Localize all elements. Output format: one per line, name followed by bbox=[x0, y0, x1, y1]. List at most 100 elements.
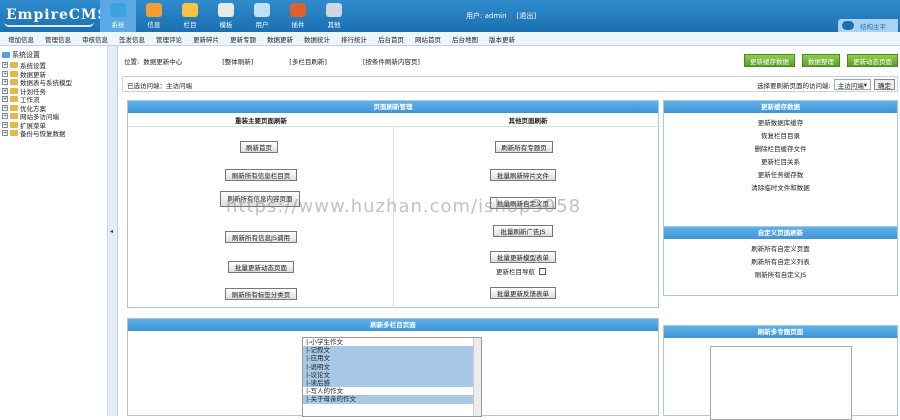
topnav-tab-2[interactable]: 栏目 bbox=[172, 0, 208, 32]
folder-icon bbox=[10, 130, 18, 137]
sidebar-item-0[interactable]: + 系统设置 bbox=[2, 61, 107, 70]
main-refresh-heading: 重装主要页面刷新 bbox=[235, 117, 287, 125]
batch-refresh-ads-js-button[interactable]: 批量刷新广告JS bbox=[493, 225, 553, 237]
sidebar-item-6[interactable]: + 网站多访问端 bbox=[2, 112, 107, 121]
topnav-label: 其他 bbox=[327, 21, 341, 29]
cache-action-link-0[interactable]: 更新数据库缓存 bbox=[664, 117, 897, 130]
custom-page-title: 自定义页面刷新 bbox=[664, 227, 897, 239]
column-option[interactable]: |-读后感 bbox=[303, 378, 481, 388]
location-label: 位置: bbox=[124, 58, 140, 66]
column-option[interactable]: |-关于母亲的作文 bbox=[303, 395, 481, 404]
refresh-homepage-button[interactable]: 刷新首页 bbox=[240, 141, 278, 153]
subnav-item-0[interactable]: 增加信息 bbox=[8, 34, 34, 44]
topnav-tab-6[interactable]: 其他 bbox=[316, 0, 352, 32]
subnav-item-1[interactable]: 管理信息 bbox=[45, 34, 71, 44]
topnav-tab-5[interactable]: 插件 bbox=[280, 0, 316, 32]
batch-update-model-forms-button[interactable]: 批量更新模型表单 bbox=[490, 251, 556, 263]
column-option[interactable]: |-议论文 bbox=[303, 370, 481, 379]
update-column-nav-checkbox[interactable] bbox=[539, 267, 546, 275]
multi-column-title: 刷新多栏目页面 bbox=[128, 319, 658, 331]
collapse-arrow-icon[interactable]: ◂ bbox=[110, 228, 113, 235]
refresh-all-column-pages-button[interactable]: 刷新所有信息栏目页 bbox=[225, 169, 297, 181]
subnav-item-11[interactable]: 网站首页 bbox=[415, 34, 441, 44]
sidebar-item-4[interactable]: + 工作流 bbox=[2, 95, 107, 104]
cache-action-link-3[interactable]: 更新栏目关系 bbox=[664, 156, 897, 169]
refresh-all-tag-pages-button[interactable]: 刷新所有标签分类页 bbox=[225, 288, 297, 300]
subnav-item-13[interactable]: 版本更新 bbox=[489, 34, 515, 44]
location-path[interactable]: 数据更新中心 bbox=[143, 56, 182, 66]
fold-panel-button[interactable]: 结构主平 bbox=[838, 19, 898, 32]
update-cache-button[interactable]: 更新缓存数据 bbox=[744, 54, 795, 67]
custom-refresh-link-0[interactable]: 刷新所有自定义页面 bbox=[664, 243, 897, 256]
cache-action-link-2[interactable]: 删除栏目缓存文件 bbox=[664, 143, 897, 156]
custom-refresh-link-2[interactable]: 刷新所有自定义JS bbox=[664, 269, 897, 282]
sidebar: 系统设置 + 系统设置 + 数据更新 + 数据表与系统模型 + 计划任务 + 工作流 + 优化方案 + 网… bbox=[0, 46, 108, 416]
sidebar-splitter[interactable]: ◂ bbox=[108, 46, 118, 416]
subnav-item-6[interactable]: 更新专题 bbox=[230, 34, 256, 44]
expand-plus-icon[interactable]: + bbox=[2, 62, 8, 69]
conditional-refresh-link[interactable]: [按条件刷新内容页] bbox=[363, 56, 420, 66]
column-option[interactable]: |-说明文 bbox=[303, 362, 481, 371]
expand-plus-icon[interactable]: + bbox=[2, 70, 8, 77]
gear-icon bbox=[326, 3, 342, 17]
expand-plus-icon[interactable]: + bbox=[2, 104, 8, 111]
topnav-label: 插件 bbox=[291, 21, 305, 29]
batch-update-feedback-forms-button[interactable]: 批量更新反馈表单 bbox=[490, 287, 556, 299]
topnav-tab-4[interactable]: 用户 bbox=[244, 0, 280, 32]
user-info: 用户: admin [退出] bbox=[466, 11, 536, 21]
subnav-item-5[interactable]: 更新碎片 bbox=[193, 34, 219, 44]
cache-action-link-1[interactable]: 恢复栏目目录 bbox=[664, 130, 897, 143]
sidebar-root[interactable]: 系统设置 bbox=[2, 50, 107, 60]
topnav-tab-3[interactable]: 模板 bbox=[208, 0, 244, 32]
user-prefix: 用户: bbox=[466, 12, 483, 20]
visit-selector-bar: 已选访问端：主访问端 选择要刷新页面的访问端: 主访问端 ▾ 确定 bbox=[122, 76, 898, 92]
batch-update-dynamic-button[interactable]: 批量更新动态页面 bbox=[228, 261, 294, 273]
folder-icon bbox=[182, 3, 198, 17]
folder-icon bbox=[10, 121, 18, 128]
expand-plus-icon[interactable]: + bbox=[2, 87, 8, 94]
refresh-all-link[interactable]: [整体刷新] bbox=[222, 56, 253, 66]
expand-plus-icon[interactable]: + bbox=[2, 121, 8, 128]
column-multiselect[interactable]: |-小学生作文 |-记叙文 |-应用文 |-说明文 |-议论文 |-读后感 |-写人的作文 |… bbox=[302, 337, 482, 417]
sidebar-item-8[interactable]: + 备份与恢复数据 bbox=[2, 129, 107, 138]
cache-update-title: 更新缓存数据 bbox=[664, 101, 897, 113]
listbox-scrollbar[interactable] bbox=[473, 338, 481, 416]
folder-icon bbox=[10, 62, 18, 69]
subnav-item-12[interactable]: 后台地图 bbox=[452, 34, 478, 44]
topnav-tab-0[interactable]: 系统 bbox=[100, 0, 136, 32]
sidebar-item-2[interactable]: + 数据表与系统模型 bbox=[2, 78, 107, 87]
confirm-button[interactable]: 确定 bbox=[874, 79, 895, 90]
batch-refresh-fragments-button[interactable]: 批量刷新碎片文件 bbox=[490, 169, 556, 181]
column-option[interactable]: |-小学生作文 bbox=[303, 338, 481, 346]
watermark-text: https://www.huzhan.com/ishop3058 bbox=[226, 196, 582, 217]
expand-plus-icon[interactable]: + bbox=[2, 113, 8, 120]
cache-action-link-4[interactable]: 更新任务缓存数 bbox=[664, 169, 897, 182]
multi-column-refresh-link[interactable]: [多栏目刷新] bbox=[289, 56, 327, 66]
custom-page-refresh-panel: 自定义页面刷新 刷新所有自定义页面 刷新所有自定义列表 刷新所有自定义JS bbox=[663, 226, 898, 296]
subnav-item-3[interactable]: 签发信息 bbox=[119, 34, 145, 44]
sub-nav: 增加信息 管理信息 审核信息 签发信息 管理评论 更新碎片 更新专题 数据更新 数据统计 排行统计… bbox=[0, 32, 900, 46]
sidebar-item-3[interactable]: + 计划任务 bbox=[2, 87, 107, 96]
subnav-item-4[interactable]: 管理评论 bbox=[156, 34, 182, 44]
expand-plus-icon[interactable]: + bbox=[2, 96, 8, 103]
refresh-all-js-button[interactable]: 刷新所有信息JS调用 bbox=[225, 231, 297, 243]
topnav-tab-1[interactable]: 信息 bbox=[136, 0, 172, 32]
topnav-label: 信息 bbox=[147, 21, 161, 29]
subnav-item-7[interactable]: 数据更新 bbox=[267, 34, 293, 44]
subnav-item-9[interactable]: 排行统计 bbox=[341, 34, 367, 44]
topic-textarea[interactable] bbox=[710, 346, 852, 420]
expand-plus-icon[interactable]: + bbox=[2, 79, 8, 86]
expand-plus-icon[interactable]: + bbox=[2, 130, 8, 137]
cache-action-link-5[interactable]: 清除临时文件和数据 bbox=[664, 182, 897, 195]
visit-endpoint-select[interactable]: 主访问端 ▾ bbox=[833, 79, 871, 90]
column-option[interactable]: |-应用文 bbox=[303, 354, 481, 363]
subnav-item-10[interactable]: 后台首页 bbox=[378, 34, 404, 44]
update-dynamic-page-button[interactable]: 更新动态页面 bbox=[847, 54, 898, 67]
refresh-all-topics-button[interactable]: 刷新所有专题页 bbox=[495, 141, 553, 153]
data-tidy-button[interactable]: 数据整理 bbox=[802, 54, 840, 67]
current-visit-endpoint: 已选访问端：主访问端 bbox=[127, 82, 192, 90]
logout-link[interactable]: [退出] bbox=[517, 12, 536, 20]
subnav-item-8[interactable]: 数据统计 bbox=[304, 34, 330, 44]
custom-refresh-link-1[interactable]: 刷新所有自定义列表 bbox=[664, 256, 897, 269]
subnav-item-2[interactable]: 审核信息 bbox=[82, 34, 108, 44]
